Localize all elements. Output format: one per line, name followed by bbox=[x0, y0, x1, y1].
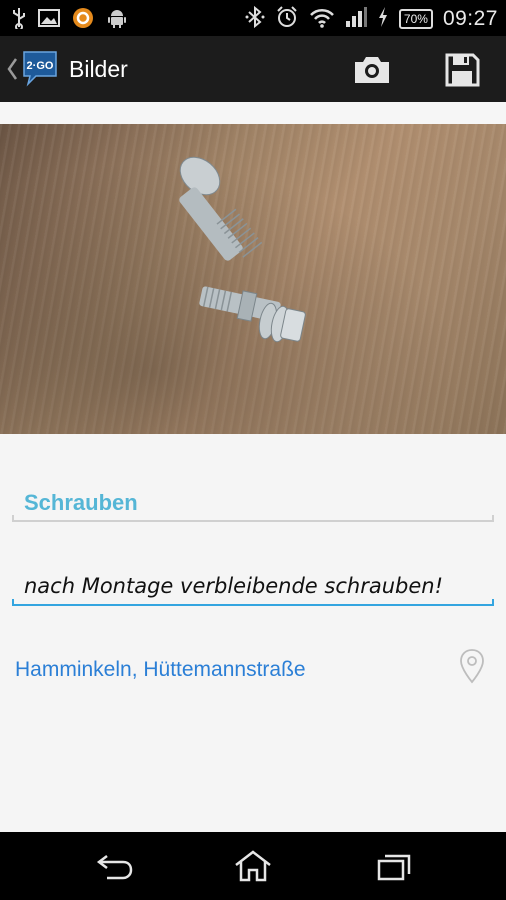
back-button[interactable] bbox=[95, 852, 135, 882]
title-field-underline bbox=[12, 515, 494, 522]
screw-photo[interactable] bbox=[0, 124, 506, 434]
camera-button[interactable] bbox=[350, 51, 394, 89]
image-icon bbox=[38, 9, 60, 31]
battery-level: 70% bbox=[398, 9, 433, 29]
bluetooth-icon bbox=[245, 5, 265, 33]
clock: 09:27 bbox=[442, 7, 498, 30]
usb-icon bbox=[12, 7, 26, 33]
content-top-strip bbox=[0, 102, 506, 124]
screws-illustration bbox=[179, 156, 306, 343]
sync-app-icon bbox=[72, 7, 94, 33]
alarm-icon bbox=[275, 5, 299, 33]
description-field[interactable]: nach Montage verbleibende schrauben! bbox=[24, 574, 443, 598]
up-navigation-icon[interactable] bbox=[5, 56, 19, 82]
detail-form: Schrauben nach Montage verbleibende schr… bbox=[0, 434, 506, 832]
location-link[interactable]: Hamminkeln, Hüttemannstraße bbox=[15, 658, 306, 682]
title-field[interactable]: Schrauben bbox=[24, 490, 138, 516]
recent-apps-button[interactable] bbox=[376, 852, 412, 882]
action-bar: 2·GO Bilder bbox=[0, 36, 506, 102]
screen-title: Bilder bbox=[69, 56, 128, 82]
description-field-underline bbox=[12, 599, 494, 606]
location-pin-icon[interactable] bbox=[459, 648, 485, 684]
android-icon bbox=[106, 7, 128, 33]
navigation-bar bbox=[0, 832, 506, 900]
app-logo-icon[interactable]: 2·GO bbox=[22, 50, 58, 88]
home-button[interactable] bbox=[233, 849, 273, 883]
signal-icon bbox=[345, 6, 367, 32]
charging-icon bbox=[377, 6, 389, 32]
status-bar: 70% 09:27 bbox=[0, 0, 506, 36]
wifi-icon bbox=[309, 6, 335, 32]
save-button[interactable] bbox=[440, 51, 484, 89]
svg-text:2·GO: 2·GO bbox=[27, 60, 54, 72]
